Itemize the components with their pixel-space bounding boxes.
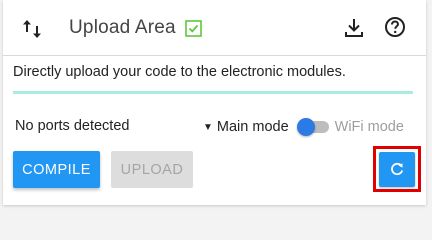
- mode-selector: ▼ Main mode WiFi mode: [203, 117, 404, 137]
- toggle-thumb: [296, 118, 315, 136]
- download-icon[interactable]: [342, 16, 366, 40]
- caret-down-icon[interactable]: ▼: [203, 122, 213, 133]
- panel-header: Upload Area: [3, 0, 426, 56]
- refresh-icon: [391, 162, 404, 176]
- ports-status: No ports detected: [15, 118, 130, 134]
- swap-vertical-icon[interactable]: [20, 17, 44, 41]
- main-mode-label[interactable]: Main mode: [217, 119, 289, 135]
- upload-area-panel: Upload Area Directly upload your code to…: [3, 0, 426, 205]
- mode-toggle-switch[interactable]: [295, 117, 329, 137]
- upload-description: Directly upload your code to the electro…: [13, 64, 346, 80]
- check-box-icon: [185, 20, 202, 37]
- compile-button[interactable]: COMPILE: [13, 151, 100, 188]
- accent-divider: [13, 91, 413, 94]
- upload-button[interactable]: UPLOAD: [111, 151, 193, 188]
- help-circle-icon[interactable]: [383, 15, 407, 39]
- panel-title: Upload Area: [69, 17, 176, 38]
- refresh-button[interactable]: [379, 152, 415, 187]
- wifi-mode-label[interactable]: WiFi mode: [335, 119, 404, 135]
